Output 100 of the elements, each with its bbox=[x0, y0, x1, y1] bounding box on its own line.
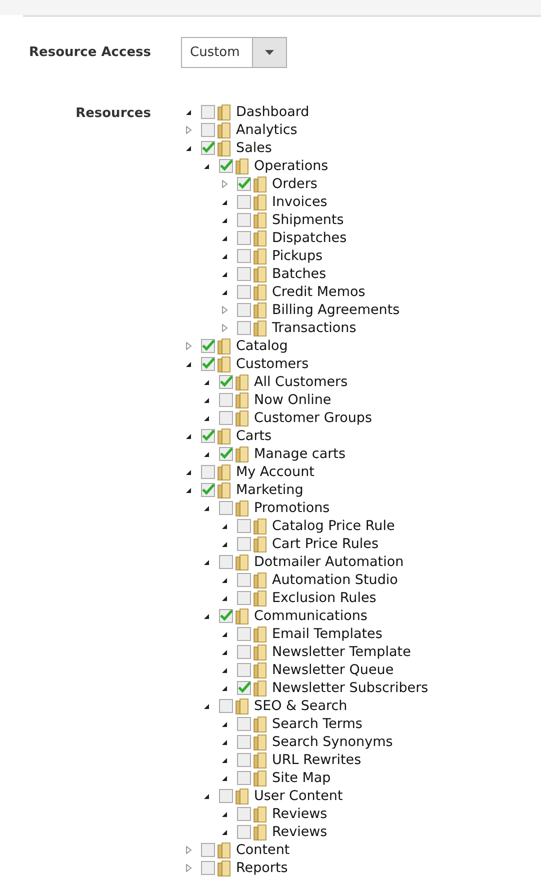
tree-item-label[interactable]: Newsletter Template bbox=[272, 644, 411, 660]
expanded-toggle-icon[interactable] bbox=[221, 810, 228, 818]
checkbox[interactable] bbox=[219, 555, 233, 569]
checked-checkbox[interactable] bbox=[201, 357, 215, 371]
collapsed-toggle-icon[interactable] bbox=[185, 126, 192, 134]
collapsed-toggle-icon[interactable] bbox=[185, 846, 192, 854]
tree-item-label[interactable]: SEO & Search bbox=[254, 698, 348, 714]
checkbox[interactable] bbox=[219, 393, 233, 407]
tree-item-label[interactable]: Transactions bbox=[272, 320, 356, 336]
tree-item-label[interactable]: Billing Agreements bbox=[272, 302, 400, 318]
tree-item-label[interactable]: Catalog Price Rule bbox=[272, 518, 395, 534]
tree-item-label[interactable]: Customers bbox=[236, 356, 309, 372]
tree-item-label[interactable]: Reviews bbox=[272, 806, 328, 822]
checkbox[interactable] bbox=[219, 411, 233, 425]
expanded-toggle-icon[interactable] bbox=[185, 144, 192, 152]
tree-item-label[interactable]: Newsletter Queue bbox=[272, 662, 394, 678]
checked-checkbox[interactable] bbox=[237, 681, 251, 695]
tree-item-label[interactable]: Orders bbox=[272, 176, 318, 192]
checked-checkbox[interactable] bbox=[201, 483, 215, 497]
checkbox[interactable] bbox=[237, 825, 251, 839]
checkbox[interactable] bbox=[237, 321, 251, 335]
expanded-toggle-icon[interactable] bbox=[221, 522, 228, 530]
tree-item-label[interactable]: Search Synonyms bbox=[272, 734, 393, 750]
checkbox[interactable] bbox=[237, 771, 251, 785]
tree-item-label[interactable]: Dispatches bbox=[272, 230, 347, 246]
expanded-toggle-icon[interactable] bbox=[203, 504, 210, 512]
expanded-toggle-icon[interactable] bbox=[185, 360, 192, 368]
checked-checkbox[interactable] bbox=[201, 429, 215, 443]
checkbox[interactable] bbox=[237, 285, 251, 299]
expanded-toggle-icon[interactable] bbox=[221, 288, 228, 296]
expanded-toggle-icon[interactable] bbox=[221, 648, 228, 656]
collapsed-toggle-icon[interactable] bbox=[185, 342, 192, 350]
expanded-toggle-icon[interactable] bbox=[203, 450, 210, 458]
expanded-toggle-icon[interactable] bbox=[221, 738, 228, 746]
tree-item-label[interactable]: Analytics bbox=[236, 122, 298, 138]
tree-item-label[interactable]: Exclusion Rules bbox=[272, 590, 376, 606]
tree-item-label[interactable]: Catalog bbox=[236, 338, 288, 354]
checked-checkbox[interactable] bbox=[219, 159, 233, 173]
checkbox[interactable] bbox=[201, 843, 215, 857]
tree-item-label[interactable]: Customer Groups bbox=[254, 410, 372, 426]
tree-item-label[interactable]: Batches bbox=[272, 266, 326, 282]
expanded-toggle-icon[interactable] bbox=[221, 198, 228, 206]
tree-item-label[interactable]: Email Templates bbox=[272, 626, 382, 642]
tree-item-label[interactable]: Communications bbox=[254, 608, 368, 624]
tree-item-label[interactable]: Reports bbox=[236, 860, 288, 876]
expanded-toggle-icon[interactable] bbox=[203, 396, 210, 404]
tree-item-label[interactable]: Sales bbox=[236, 140, 272, 156]
expanded-toggle-icon[interactable] bbox=[221, 540, 228, 548]
checkbox[interactable] bbox=[237, 573, 251, 587]
expanded-toggle-icon[interactable] bbox=[221, 828, 228, 836]
expanded-toggle-icon[interactable] bbox=[221, 252, 228, 260]
tree-item-label[interactable]: All Customers bbox=[254, 374, 348, 390]
checkbox[interactable] bbox=[237, 735, 251, 749]
collapsed-toggle-icon[interactable] bbox=[221, 324, 228, 332]
checkbox[interactable] bbox=[201, 123, 215, 137]
expanded-toggle-icon[interactable] bbox=[221, 234, 228, 242]
checked-checkbox[interactable] bbox=[219, 447, 233, 461]
tree-item-label[interactable]: Invoices bbox=[272, 194, 328, 210]
tree-item-label[interactable]: Search Terms bbox=[272, 716, 362, 732]
tree-item-label[interactable]: Manage carts bbox=[254, 446, 346, 462]
checkbox[interactable] bbox=[237, 519, 251, 533]
checkbox[interactable] bbox=[219, 789, 233, 803]
checkbox[interactable] bbox=[237, 645, 251, 659]
expanded-toggle-icon[interactable] bbox=[221, 216, 228, 224]
collapsed-toggle-icon[interactable] bbox=[221, 180, 228, 188]
checkbox[interactable] bbox=[237, 663, 251, 677]
tree-item-label[interactable]: My Account bbox=[236, 464, 314, 480]
checkbox[interactable] bbox=[201, 105, 215, 119]
expanded-toggle-icon[interactable] bbox=[185, 432, 192, 440]
expanded-toggle-icon[interactable] bbox=[203, 162, 210, 170]
expanded-toggle-icon[interactable] bbox=[203, 378, 210, 386]
tree-item-label[interactable]: Dashboard bbox=[236, 104, 310, 120]
checked-checkbox[interactable] bbox=[219, 375, 233, 389]
checkbox[interactable] bbox=[237, 591, 251, 605]
checkbox[interactable] bbox=[201, 861, 215, 875]
checkbox[interactable] bbox=[237, 195, 251, 209]
tree-item-label[interactable]: Carts bbox=[236, 428, 272, 444]
tree-item-label[interactable]: Shipments bbox=[272, 212, 344, 228]
checkbox[interactable] bbox=[237, 303, 251, 317]
checked-checkbox[interactable] bbox=[237, 177, 251, 191]
checked-checkbox[interactable] bbox=[219, 609, 233, 623]
tree-item-label[interactable]: Content bbox=[236, 842, 290, 858]
expanded-toggle-icon[interactable] bbox=[221, 756, 228, 764]
tree-item-label[interactable]: Operations bbox=[254, 158, 328, 174]
checkbox[interactable] bbox=[237, 249, 251, 263]
checkbox[interactable] bbox=[237, 213, 251, 227]
checkbox[interactable] bbox=[219, 501, 233, 515]
expanded-toggle-icon[interactable] bbox=[221, 774, 228, 782]
checkbox[interactable] bbox=[237, 753, 251, 767]
tree-item-label[interactable]: Promotions bbox=[254, 500, 330, 516]
expanded-toggle-icon[interactable] bbox=[203, 612, 210, 620]
checkbox[interactable] bbox=[237, 537, 251, 551]
checkbox[interactable] bbox=[219, 699, 233, 713]
tree-item-label[interactable]: Now Online bbox=[254, 392, 332, 408]
expanded-toggle-icon[interactable] bbox=[185, 468, 192, 476]
tree-item-label[interactable]: Credit Memos bbox=[272, 284, 366, 300]
tree-item-label[interactable]: Reviews bbox=[272, 824, 328, 840]
checkbox[interactable] bbox=[237, 267, 251, 281]
expanded-toggle-icon[interactable] bbox=[221, 630, 228, 638]
tree-item-label[interactable]: Cart Price Rules bbox=[272, 536, 378, 552]
